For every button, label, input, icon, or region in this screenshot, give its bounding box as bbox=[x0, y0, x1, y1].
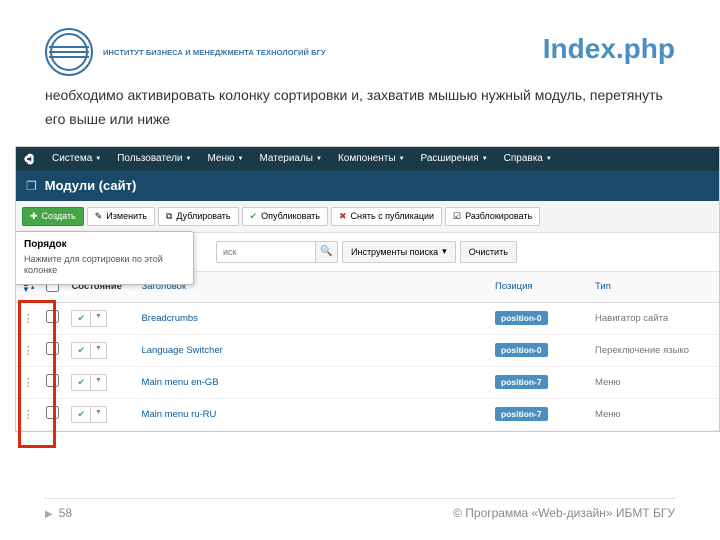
drag-handle-icon[interactable]: ⋮ bbox=[23, 377, 34, 389]
duplicate-button[interactable]: ⧉Дублировать bbox=[158, 207, 239, 226]
menu-extensions[interactable]: Расширения▼ bbox=[413, 147, 496, 171]
unlock-icon: ☑ bbox=[453, 211, 461, 222]
caret-down-icon: ▼ bbox=[91, 343, 106, 358]
row-checkbox[interactable] bbox=[46, 310, 59, 323]
search-row: Порядок Нажмите для сортировки по этой к… bbox=[16, 233, 719, 272]
tooltip-title: Порядок bbox=[24, 239, 184, 250]
plus-icon: ✚ bbox=[30, 211, 38, 222]
check-icon: ✔ bbox=[72, 311, 91, 326]
col-type[interactable]: Тип bbox=[589, 272, 719, 303]
page-title: Index.php bbox=[543, 33, 675, 65]
footer: ▶ 58 © Программа «Web-дизайн» ИБМТ БГУ bbox=[45, 506, 675, 520]
play-icon: ▶ bbox=[45, 509, 53, 520]
module-title-link[interactable]: Main menu en-GB bbox=[141, 377, 218, 388]
search-box: 🔍 bbox=[216, 241, 338, 263]
unpublish-button[interactable]: ✖Снять с публикации bbox=[331, 207, 442, 226]
menu-users[interactable]: Пользователи▼ bbox=[109, 147, 199, 171]
module-type: Меню bbox=[589, 366, 719, 398]
menu-system[interactable]: Система▼ bbox=[44, 147, 109, 171]
check-icon: ✔ bbox=[250, 211, 258, 222]
caret-down-icon: ▾ bbox=[442, 246, 447, 257]
toolbar: ✚Создать ✎Изменить ⧉Дублировать ✔Опублик… bbox=[16, 201, 719, 233]
menu-content[interactable]: Материалы▼ bbox=[251, 147, 330, 171]
admin-top-menu: Система▼ Пользователи▼ Меню▼ Материалы▼ … bbox=[16, 147, 719, 171]
institute-logo-block: ИНСТИТУТ БИЗНЕСА И МЕНЕДЖМЕНТА ТЕХНОЛОГИ… bbox=[45, 28, 326, 76]
x-icon: ✖ bbox=[339, 211, 347, 222]
page-title-bar: ❒ Модули (сайт) bbox=[16, 171, 719, 201]
module-type: Навигатор сайта bbox=[589, 302, 719, 334]
check-icon: ✔ bbox=[72, 375, 91, 390]
tooltip-body: Нажмите для сортировки по этой колонке bbox=[24, 254, 184, 277]
menu-menus[interactable]: Меню▼ bbox=[199, 147, 251, 171]
module-title-link[interactable]: Breadcrumbs bbox=[141, 313, 198, 324]
col-position[interactable]: Позиция bbox=[489, 272, 589, 303]
module-title-link[interactable]: Main menu ru-RU bbox=[141, 409, 216, 420]
joomla-screenshot: Система▼ Пользователи▼ Меню▼ Материалы▼ … bbox=[15, 146, 720, 432]
state-toggle[interactable]: ✔▼ bbox=[71, 310, 106, 327]
row-checkbox[interactable] bbox=[46, 374, 59, 387]
position-badge: position-7 bbox=[495, 407, 548, 421]
module-type: Переключение языко bbox=[589, 334, 719, 366]
copyright: © Программа «Web-дизайн» ИБМТ БГУ bbox=[453, 506, 675, 520]
position-badge: position-0 bbox=[495, 343, 548, 357]
state-toggle[interactable]: ✔▼ bbox=[71, 406, 106, 423]
table-row: ⋮ ✔▼ Breadcrumbs position-0 Навигатор сайта bbox=[16, 302, 719, 334]
state-toggle[interactable]: ✔▼ bbox=[71, 342, 106, 359]
module-type: Меню bbox=[589, 398, 719, 430]
caret-down-icon: ▼ bbox=[91, 375, 106, 390]
caret-down-icon: ▼ bbox=[91, 407, 106, 422]
description-text: необходимо активировать колонку сортиров… bbox=[0, 82, 720, 140]
order-tooltip: Порядок Нажмите для сортировки по этой к… bbox=[15, 231, 194, 285]
menu-help[interactable]: Справка▼ bbox=[496, 147, 560, 171]
institute-name: ИНСТИТУТ БИЗНЕСА И МЕНЕДЖМЕНТА ТЕХНОЛОГИ… bbox=[103, 48, 326, 57]
table-row: ⋮ ✔▼ Main menu ru-RU position-7 Меню bbox=[16, 398, 719, 430]
drag-handle-icon[interactable]: ⋮ bbox=[23, 409, 34, 421]
check-icon: ✔ bbox=[72, 343, 91, 358]
globe-icon bbox=[45, 28, 93, 76]
caret-down-icon: ▼ bbox=[91, 311, 106, 326]
copy-icon: ⧉ bbox=[166, 211, 172, 222]
menu-components[interactable]: Компоненты▼ bbox=[330, 147, 413, 171]
position-badge: position-7 bbox=[495, 375, 548, 389]
state-toggle[interactable]: ✔▼ bbox=[71, 374, 106, 391]
edit-button[interactable]: ✎Изменить bbox=[87, 207, 155, 226]
search-go-button[interactable]: 🔍 bbox=[316, 241, 338, 263]
modules-table: ▲▼▴ Состояние Заголовок Позиция Тип ⋮✔▼B… bbox=[16, 272, 719, 431]
modules-title: Модули (сайт) bbox=[45, 178, 137, 193]
publish-button[interactable]: ✔Опубликовать bbox=[242, 207, 328, 226]
drag-handle-icon[interactable]: ⋮ bbox=[23, 345, 34, 357]
row-checkbox[interactable] bbox=[46, 342, 59, 355]
table-row: ⋮ ✔▼ Main menu en-GB position-7 Меню bbox=[16, 366, 719, 398]
create-button[interactable]: ✚Создать bbox=[22, 207, 84, 226]
joomla-icon[interactable] bbox=[16, 152, 44, 166]
module-title-link[interactable]: Language Switcher bbox=[141, 345, 222, 356]
search-tools-button[interactable]: Инструменты поиска ▾ bbox=[342, 241, 456, 263]
unlock-button[interactable]: ☑Разблокировать bbox=[445, 207, 540, 226]
cube-icon: ❒ bbox=[26, 179, 37, 193]
row-checkbox[interactable] bbox=[46, 406, 59, 419]
table-row: ⋮ ✔▼ Language Switcher position-0 Переключен… bbox=[16, 334, 719, 366]
search-input[interactable] bbox=[216, 241, 316, 263]
drag-handle-icon[interactable]: ⋮ bbox=[23, 313, 34, 325]
search-icon: 🔍 bbox=[320, 246, 332, 257]
page-number: 58 bbox=[59, 506, 72, 520]
edit-icon: ✎ bbox=[95, 211, 103, 222]
position-badge: position-0 bbox=[495, 311, 548, 325]
check-icon: ✔ bbox=[72, 407, 91, 422]
clear-button[interactable]: Очистить bbox=[460, 241, 517, 263]
